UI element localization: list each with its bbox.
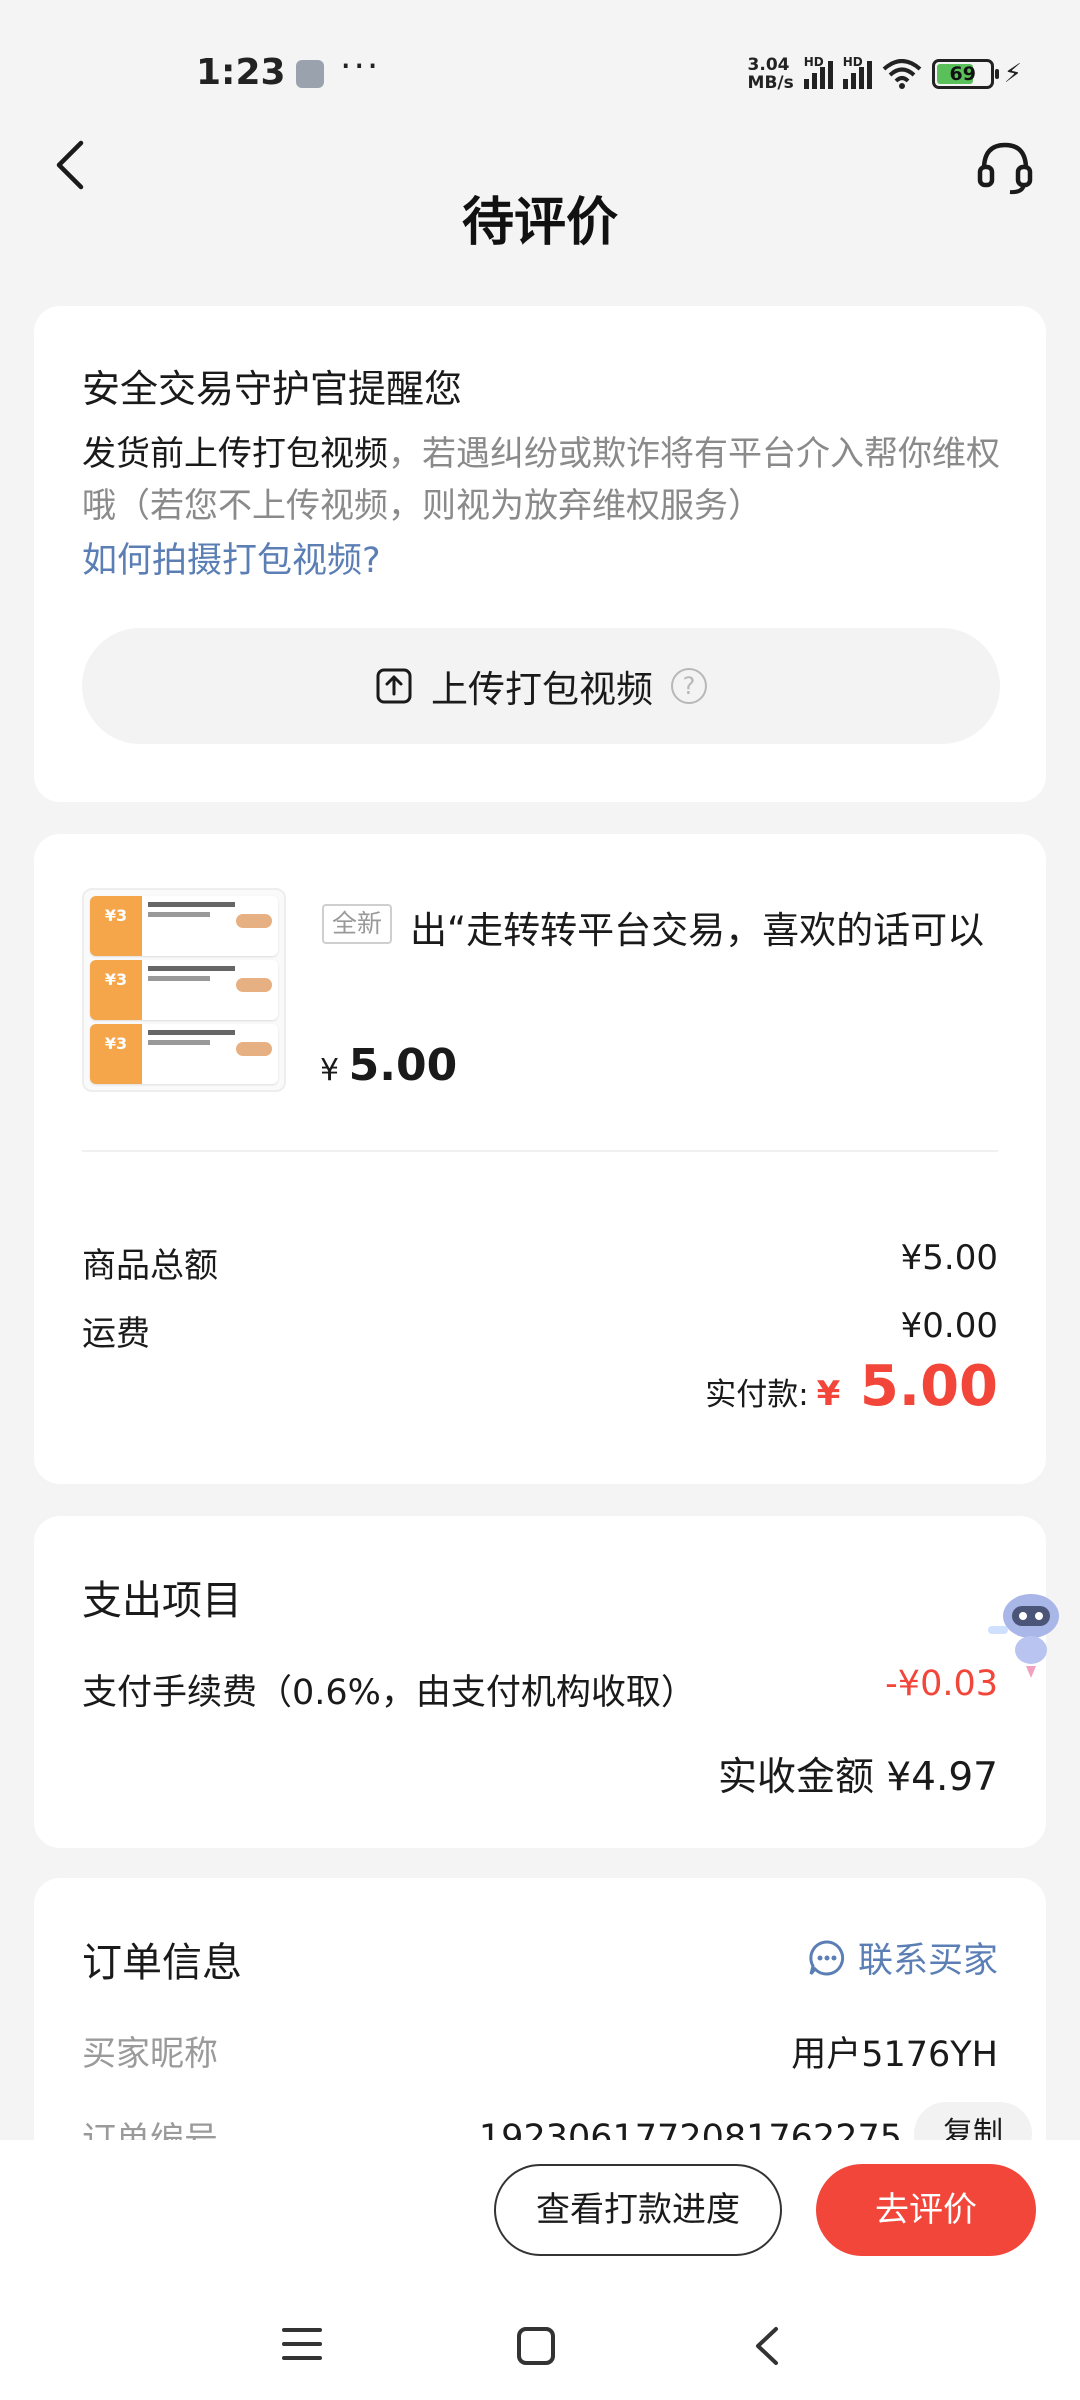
menu-icon[interactable] (282, 2326, 322, 2362)
headset-icon (977, 142, 1033, 195)
upload-icon (376, 668, 412, 704)
contact-buyer-button[interactable]: 联系买家 (808, 1932, 998, 1983)
how-to-film-link[interactable]: 如何拍摄打包视频? (82, 532, 381, 583)
actual-payment: 实付款: ¥ 5.00 (705, 1354, 998, 1419)
thumb-badge: ¥3 (90, 1024, 142, 1084)
signal-icon: HD (803, 55, 833, 89)
upload-packing-video-button[interactable]: 上传打包视频 ? (82, 628, 1000, 744)
expense-title: 支出项目 (82, 1578, 242, 1624)
home-icon[interactable] (516, 2326, 556, 2366)
safety-reminder-description: 发货前上传打包视频，若遇纠纷或欺诈将有平台介入帮你维权哦（若您不上传视频，则视为… (82, 428, 1002, 532)
actual-payment-amount: ¥ 5.00 (817, 1354, 998, 1419)
shipping-fee-value: ¥0.00 (900, 1306, 998, 1346)
wifi-icon (882, 59, 922, 89)
order-info-title: 订单信息 (82, 1940, 242, 1986)
safety-reminder-title: 安全交易守护官提醒您 (82, 367, 463, 411)
page-title: 待评价 (461, 193, 618, 253)
condition-tag: 全新 (322, 904, 393, 944)
actual-payment-label: 实付款: (705, 1377, 809, 1413)
net-speed-value: 3.04 (747, 55, 790, 75)
net-received: 实收金额 ¥4.97 (717, 1755, 998, 1800)
goods-total-value: ¥5.00 (900, 1238, 998, 1278)
product-thumbnail[interactable]: ¥3 ¥3 ¥3 (82, 888, 286, 1092)
fee-label: 支付手续费（0.6%，由支付机构收取） (82, 1673, 696, 1713)
view-payout-progress-button[interactable]: 查看打款进度 (494, 2164, 782, 2256)
buyer-nickname-value: 用户5176YH (791, 2035, 998, 2075)
signal-icon-2: HD (842, 55, 872, 89)
divider (82, 1150, 998, 1152)
description-highlight: 发货前上传打包视频 (82, 434, 388, 474)
battery-level: 69 (949, 63, 976, 85)
price-value: 5.00 (348, 1040, 458, 1091)
net-speed: 3.04 MB/s (748, 56, 794, 92)
charging-icon: ⚡ (1003, 59, 1022, 89)
net-speed-unit: MB/s (747, 73, 794, 93)
help-icon[interactable]: ? (671, 668, 707, 704)
wrench-icon (296, 60, 324, 88)
upload-label: 上传打包视频 (431, 668, 653, 711)
hd-label-2: HD (842, 55, 863, 69)
safety-reminder-card: 安全交易守护官提醒您 发货前上传打包视频，若遇纠纷或欺诈将有平台介入帮你维权哦（… (34, 306, 1046, 802)
expense-card: 支出项目 支付手续费（0.6%，由支付机构收取） -¥0.03 实收金额 ¥4.… (34, 1516, 1046, 1848)
shipping-fee-label: 运费 (82, 1314, 150, 1354)
more-notifications-icon: ··· (340, 46, 381, 87)
hd-label: HD (803, 55, 824, 69)
bottom-action-bar: 查看打款进度 去评价 (0, 2140, 1080, 2400)
goods-total-label: 商品总额 (82, 1246, 218, 1286)
paid-amount-value: 5.00 (859, 1354, 998, 1419)
buyer-nickname-label: 买家昵称 (82, 2034, 218, 2074)
battery-icon: 69 (931, 59, 999, 89)
status-time: 1:23 (196, 52, 286, 93)
product-name[interactable]: 出“走转转平台交易，喜欢的话可以 (410, 900, 1010, 954)
status-indicators: 3.04 MB/s HD HD 69 ⚡ (748, 54, 1022, 94)
go-review-button[interactable]: 去评价 (816, 2164, 1036, 2256)
back-nav-icon[interactable] (752, 2326, 782, 2366)
fee-value: -¥0.03 (885, 1664, 998, 1704)
price-currency: ¥ (320, 1053, 340, 1088)
customer-service-button[interactable] (970, 132, 1040, 202)
status-bar: 1:23 ··· 3.04 MB/s HD HD 69 ⚡ (0, 0, 1080, 140)
thumb-badge: ¥3 (90, 896, 142, 956)
robot-assistant-icon[interactable] (986, 1586, 1068, 1682)
paid-currency: ¥ (816, 1374, 841, 1414)
thumb-badge: ¥3 (90, 960, 142, 1020)
product-price: ¥ 5.00 (320, 1040, 457, 1091)
product-card: ¥3 ¥3 ¥3 全新 出“走转转平台交易，喜欢的话可以 ¥ 5.00 商品总额… (34, 834, 1046, 1484)
contact-buyer-label: 联系买家 (857, 1941, 998, 1981)
chat-icon (809, 1939, 845, 1975)
